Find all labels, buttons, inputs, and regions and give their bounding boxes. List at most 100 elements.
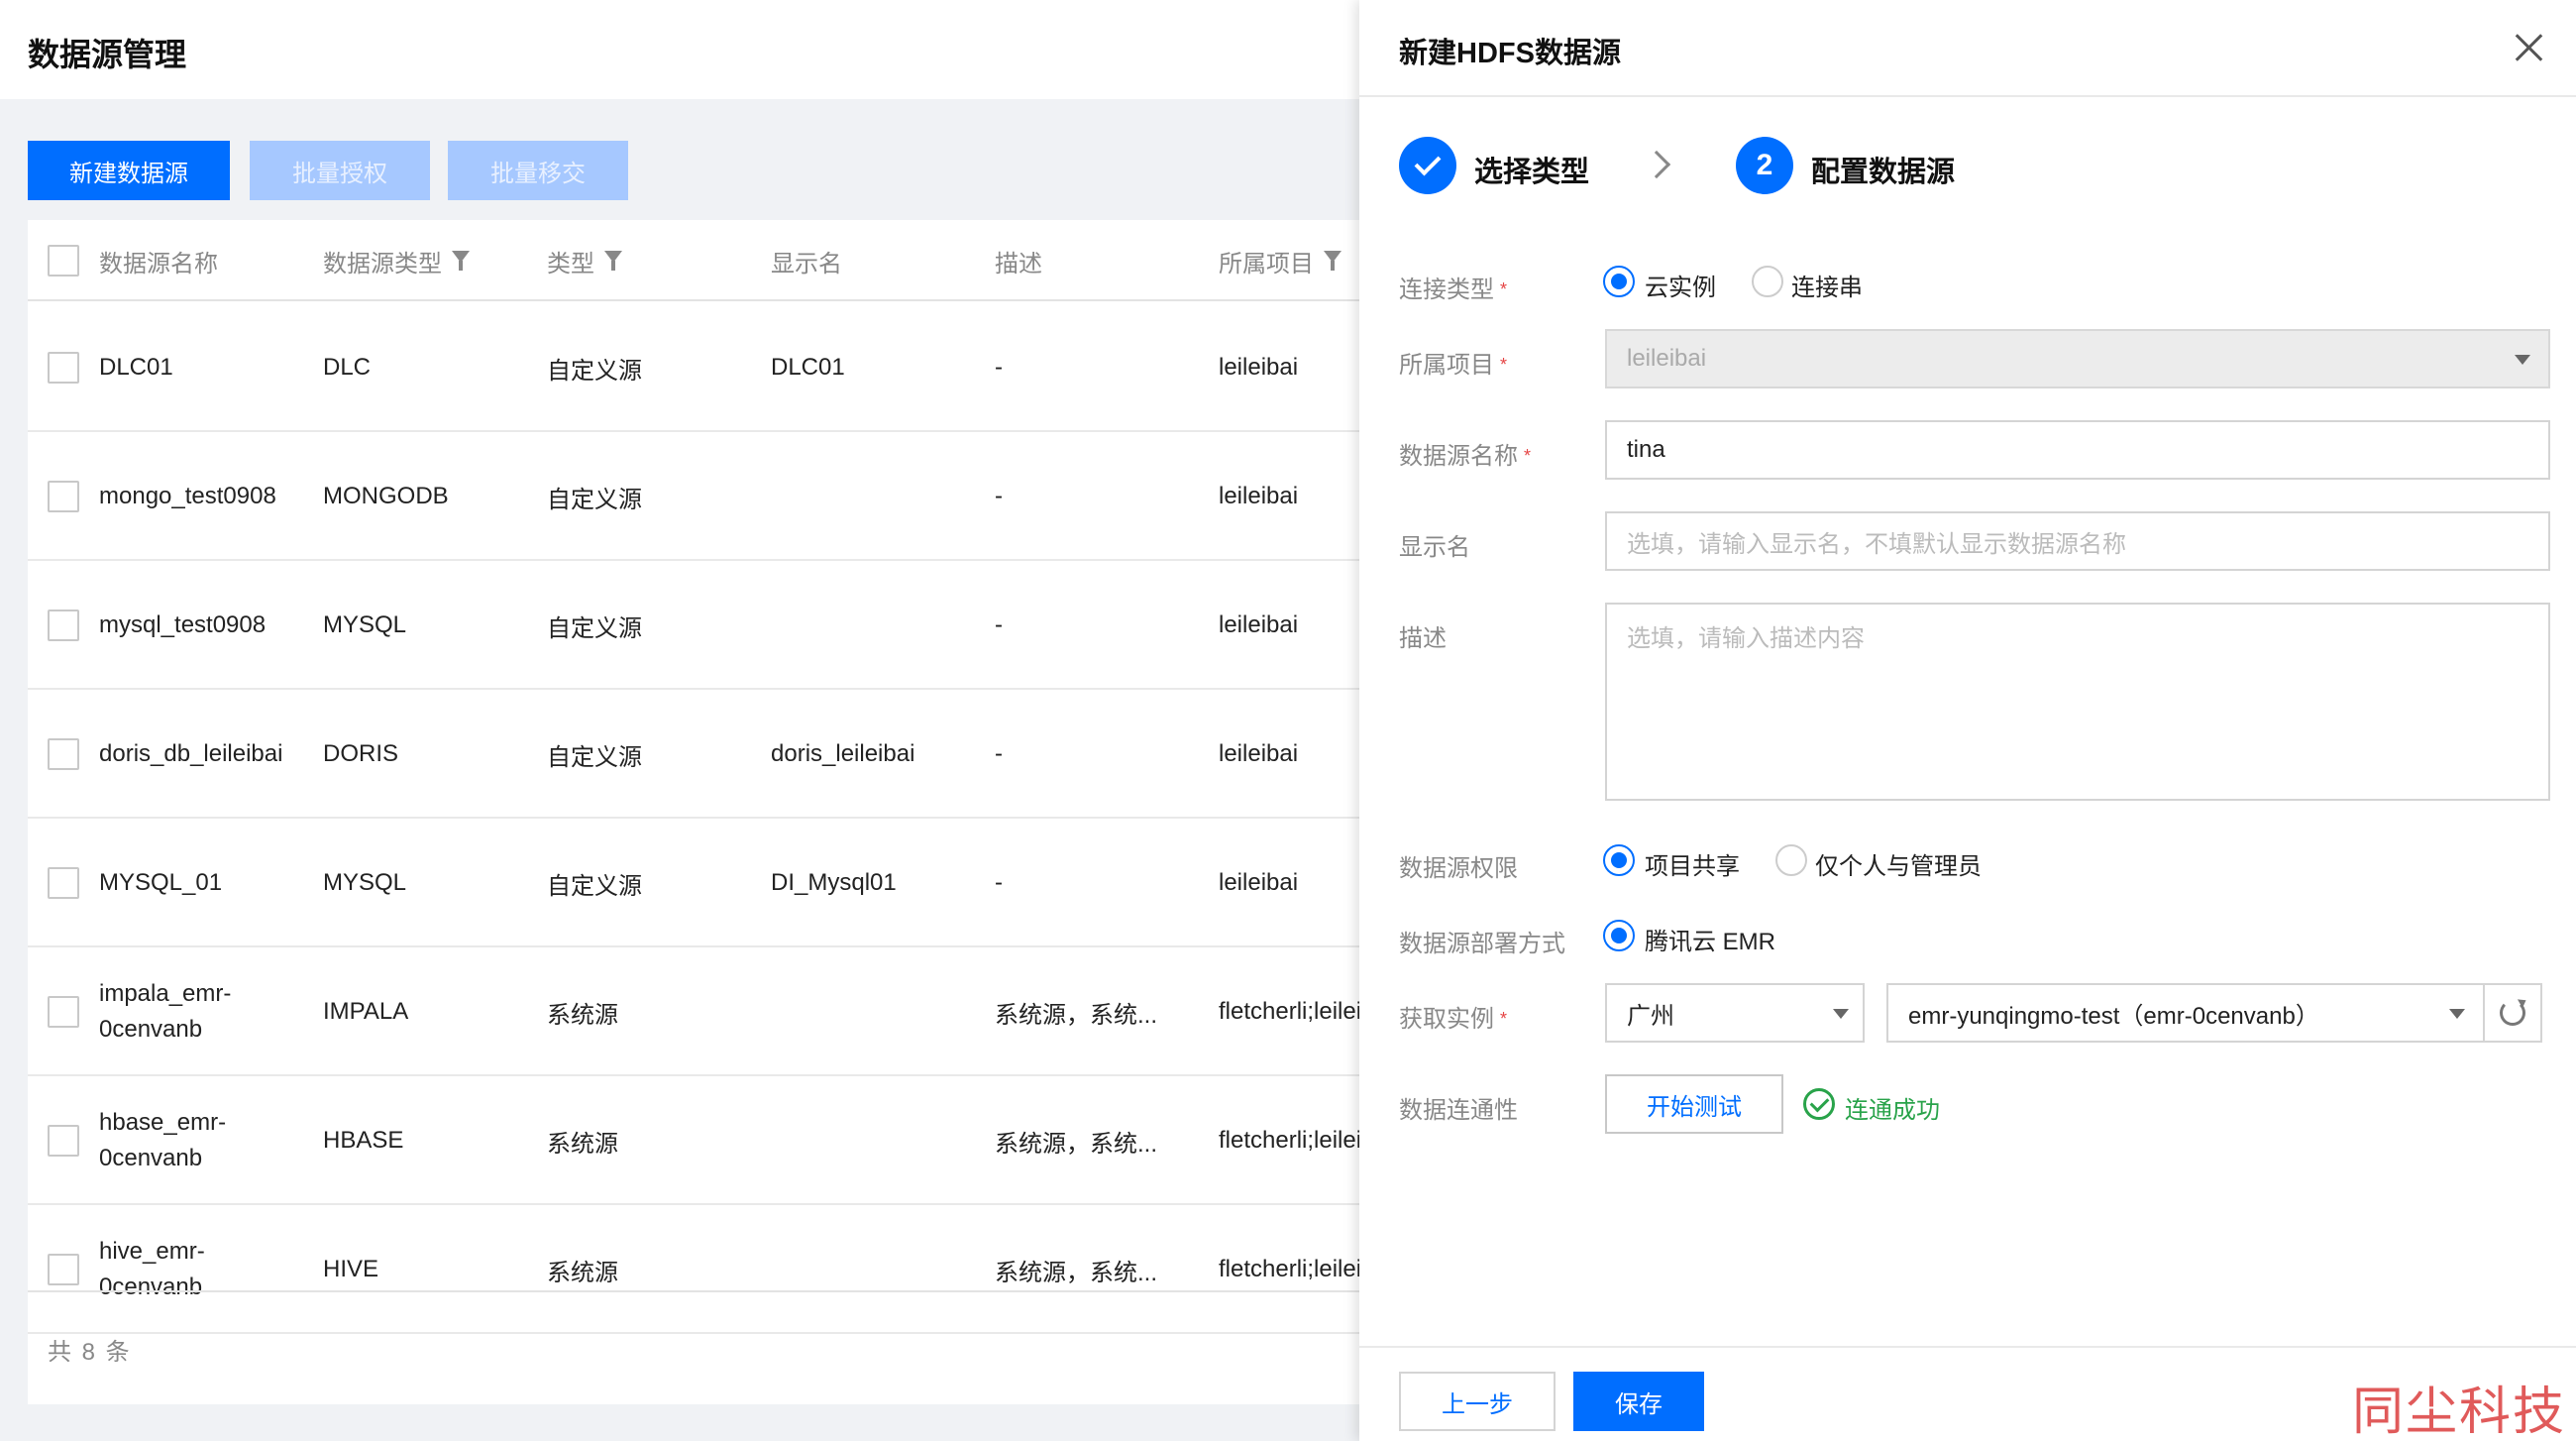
perm-personal-radio[interactable] [1775,844,1807,876]
instance-label: 获取实例 * [1399,1006,1508,1033]
table-row[interactable]: MYSQL_01 MYSQL 自定义源 DI_Mysql01 - leileibai [28,819,1359,947]
drawer-title: 新建HDFS数据源 [1399,38,1621,69]
prev-step-button[interactable]: 上一步 [1399,1372,1556,1431]
close-icon[interactable] [2509,28,2548,67]
row-checkbox[interactable] [48,1125,79,1157]
cell-kind-text: 系统源 [547,1130,618,1158]
row-checkbox[interactable] [48,996,79,1028]
watermark: 同尘科技 [2352,1383,2567,1441]
cell-name: impala_emr- 0cenvanb [99,947,231,1076]
table-row[interactable]: mongo_test0908 MONGODB 自定义源 - leileibai [28,432,1359,561]
perm-project-radio[interactable] [1603,844,1635,876]
cell-source-type: MYSQL [323,561,406,690]
region-select[interactable]: 广州 [1605,983,1865,1043]
perm-personal-label[interactable]: 仅个人与管理员 [1815,846,1982,881]
cell-name: MYSQL_01 [99,819,222,947]
start-test-button[interactable]: 开始测试 [1605,1074,1783,1134]
datasource-table: 数据源名称 数据源类型 类型 显示名 描述 所属项目 DLC01 DLC 自定义源 D… [28,220,1359,1404]
cell-name: doris_db_leileibai [99,690,282,819]
select-all-checkbox[interactable] [48,245,79,277]
cell-kind-text: 自定义源 [547,743,642,771]
success-check-icon [1803,1088,1835,1120]
cell-name-text: DLC01 [99,354,173,381]
chevron-down-icon [2449,1009,2465,1019]
conn-type-string-label[interactable]: 连接串 [1791,268,1863,302]
cell-project-text: leileibai [1219,869,1299,896]
cell-description-text: - [995,740,1003,767]
cell-description-text: - [995,611,1003,638]
cell-project: leileibai [1219,561,1298,690]
cell-description: - [995,819,1003,947]
description-label: 描述 [1399,625,1447,652]
connectivity-result: 连通成功 [1845,1097,1940,1124]
row-checkbox[interactable] [48,867,79,899]
project-select[interactable]: leileibai [1605,329,2550,388]
cell-display-name-text: DI_Mysql01 [771,869,897,896]
deploy-emr-radio[interactable] [1603,920,1635,951]
row-checkbox[interactable] [48,738,79,770]
conn-type-string-radio[interactable] [1752,266,1783,297]
cell-kind-text: 系统源 [547,1259,618,1286]
create-datasource-button[interactable]: 新建数据源 [28,141,230,200]
total-count: 共 8 条 [48,1339,132,1366]
row-checkbox[interactable] [48,481,79,512]
chevron-down-icon [2515,355,2530,365]
batch-transfer-button[interactable]: 批量移交 [448,141,628,200]
filter-icon[interactable] [604,251,622,271]
row-checkbox[interactable] [48,610,79,641]
cell-name-line2: 0cenvanb [99,1145,203,1171]
column-header-project[interactable]: 所属项目 [1219,220,1342,301]
cell-project: leileibai [1219,303,1298,432]
cell-project-text: fletcherli;leilei [1219,998,1359,1025]
cell-project: fletcherli;leilei [1219,1076,1359,1205]
drawer-header: 新建HDFS数据源 [1359,0,2576,97]
cell-name: hbase_emr- 0cenvanb [99,1076,226,1205]
table-row[interactable]: impala_emr- 0cenvanb IMPALA 系统源 系统源，系统... fle… [28,947,1359,1076]
datasource-name-input[interactable]: tina [1605,420,2550,480]
cell-description-text: 系统源，系统... [995,1001,1158,1029]
filter-icon[interactable] [452,251,470,271]
cell-description-text: 系统源，系统... [995,1130,1158,1158]
cell-project: leileibai [1219,690,1298,819]
save-button[interactable]: 保存 [1573,1372,1704,1431]
cell-source-type-text: MYSQL [323,869,407,896]
deploy-emr-label[interactable]: 腾讯云 EMR [1645,922,1775,956]
conn-type-label: 连接类型 * [1399,277,1508,303]
cell-description-text: 系统源，系统... [995,1259,1158,1286]
cell-kind: 系统源 [547,1076,618,1205]
column-header-source-type[interactable]: 数据源类型 [323,220,470,301]
display-name-label: 显示名 [1399,534,1470,561]
cell-description: 系统源，系统... [995,1076,1157,1205]
table-row[interactable]: doris_db_leileibai DORIS 自定义源 doris_leileib… [28,690,1359,819]
cell-kind: 自定义源 [547,432,642,561]
perm-project-label[interactable]: 项目共享 [1645,846,1740,881]
cell-source-type-text: DORIS [323,740,399,767]
column-header-kind[interactable]: 类型 [547,220,622,301]
chevron-right-icon [1642,150,1671,179]
cell-project-text: leileibai [1219,354,1299,381]
cell-project-text: leileibai [1219,740,1299,767]
cell-kind: 系统源 [547,947,618,1076]
step-2-number: 2 [1736,137,1793,194]
cell-project-text: fletcherli;leilei [1219,1256,1359,1282]
table-row[interactable]: DLC01 DLC 自定义源 DLC01 - leileibai [28,303,1359,432]
conn-type-cloud-label[interactable]: 云实例 [1645,268,1716,302]
row-checkbox[interactable] [48,352,79,384]
batch-auth-button[interactable]: 批量授权 [250,141,430,200]
display-name-input[interactable]: 选填，请输入显示名，不填默认显示数据源名称 [1605,511,2550,571]
cell-description: - [995,303,1003,432]
cell-source-type-text: DLC [323,354,372,381]
cell-description: - [995,690,1003,819]
cell-name-text: mongo_test0908 [99,483,276,509]
filter-icon[interactable] [1324,251,1342,271]
cell-project-text: fletcherli;leilei [1219,1127,1359,1154]
table-row[interactable]: hbase_emr- 0cenvanb HBASE 系统源 系统源，系统... fletc… [28,1076,1359,1205]
refresh-button[interactable] [2483,983,2542,1043]
cell-source-type: MONGODB [323,432,449,561]
table-row[interactable]: mysql_test0908 MYSQL 自定义源 - leileibai [28,561,1359,690]
description-textarea[interactable]: 选填，请输入描述内容 [1605,603,2550,801]
conn-type-cloud-radio[interactable] [1603,266,1635,297]
row-checkbox[interactable] [48,1254,79,1285]
cell-description-text: - [995,483,1003,509]
instance-select[interactable]: emr-yunqingmo-test（emr-0cenvanb） [1886,983,2485,1043]
